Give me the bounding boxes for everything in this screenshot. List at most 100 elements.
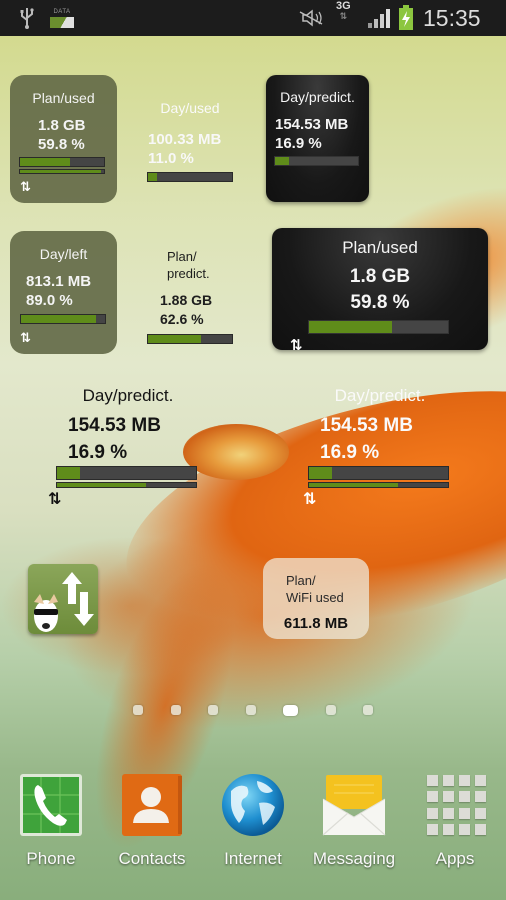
secondary-usage-bar-fill <box>20 170 102 173</box>
usage-bar-fill <box>309 467 333 479</box>
widget-percent: 16.9 % <box>275 135 322 152</box>
page-dot[interactable] <box>245 705 256 715</box>
dock-item-contacts[interactable]: Contacts <box>102 770 202 869</box>
globe-icon <box>221 773 285 837</box>
widget-title: Day/left <box>39 246 88 262</box>
apps-grid-cell <box>459 775 470 786</box>
usage-bar <box>56 466 197 480</box>
page-dot[interactable] <box>363 705 373 715</box>
widget-percent: 16.9 % <box>320 442 380 463</box>
apps-grid-cell <box>443 807 454 819</box>
widget-value: 611.8 MB <box>283 615 349 632</box>
dock-item-apps[interactable]: Apps <box>405 770 505 869</box>
page-indicator[interactable] <box>133 703 373 717</box>
battery-charging-icon <box>398 0 414 36</box>
usage-bar <box>19 157 105 167</box>
page-dot[interactable] <box>133 705 143 715</box>
widget-title: Plan/used <box>32 90 95 106</box>
widget-value: 154.53 MB <box>68 415 161 436</box>
dock-item-messaging[interactable]: Messaging <box>304 770 404 869</box>
dock-item-internet[interactable]: Internet <box>203 770 303 869</box>
widget-value: 154.53 MB <box>320 415 413 436</box>
transfer-arrows-icon: ⇅ <box>290 337 302 354</box>
transfer-arrows-icon: ⇅ <box>20 330 31 345</box>
widget-title-line2: WiFi used <box>286 590 344 605</box>
clock: 15:35 <box>423 4 481 31</box>
widget-percent: 16.9 % <box>68 442 128 463</box>
widget-title-line2: predict. <box>167 266 210 281</box>
3g-watchdog-icon[interactable] <box>28 564 98 634</box>
data-icon: DATA <box>50 0 74 36</box>
widget-value: 1.8 GB <box>349 266 411 287</box>
envelope-icon <box>322 773 386 837</box>
apps-grid-cell <box>475 823 486 835</box>
secondary-usage-bar-fill <box>309 483 398 487</box>
widget-value: 1.8 GB <box>38 117 86 134</box>
widget-title: Day/predict. <box>280 89 355 105</box>
secondary-usage-bar <box>56 482 197 488</box>
transfer-arrows-icon: ⇅ <box>303 491 317 508</box>
widget-percent: 62.6 % <box>160 311 204 327</box>
data-label: DATA <box>53 8 71 15</box>
usage-bar-fill <box>20 158 71 166</box>
mute-icon <box>298 0 324 36</box>
usage-bar-fill <box>21 315 96 323</box>
apps-grid-cell <box>443 791 454 803</box>
apps-grid-cell <box>459 807 470 819</box>
network-3g-icon: 3G ⇅ <box>336 0 351 36</box>
status-bar[interactable]: DATA 3G ⇅ 15:35 <box>0 0 506 36</box>
usage-bar-fill <box>148 335 201 343</box>
widget-day-used[interactable]: Day/used 100.33 MB 11.0 % <box>140 100 240 190</box>
page-dot-active[interactable] <box>283 704 298 716</box>
page-dot[interactable] <box>208 705 218 715</box>
widget-title-line1: Plan/ <box>286 573 316 588</box>
usage-bar-fill <box>57 467 81 479</box>
widget-plan-used[interactable]: Plan/used 1.8 GB 59.8 % ⇅ <box>10 75 117 203</box>
widget-plan-used-large[interactable]: Plan/used 1.8 GB 59.8 % ⇅ <box>272 228 488 354</box>
widget-day-predict[interactable]: Day/predict. 154.53 MB 16.9 % <box>266 75 369 202</box>
apps-grid-cell <box>459 823 470 835</box>
usage-bar <box>147 172 233 182</box>
data-flag <box>50 16 74 28</box>
widget-title-line1: Plan/ <box>167 249 197 264</box>
secondary-usage-bar-fill <box>57 483 146 487</box>
apps-grid-icon <box>423 773 487 837</box>
widget-plan-wifi-used[interactable]: Plan/ WiFi used 611.8 MB <box>263 558 369 639</box>
widget-title: Plan/used <box>342 238 418 257</box>
usage-bar-fill <box>148 173 158 181</box>
widget-percent: 11.0 % <box>148 150 194 167</box>
usage-bar <box>308 466 449 480</box>
dock-label: Contacts <box>118 849 186 868</box>
apps-grid-cell <box>475 807 486 819</box>
contacts-icon <box>120 773 184 837</box>
apps-grid-cell <box>427 823 438 835</box>
apps-grid-cell <box>427 775 438 786</box>
widget-day-predict-light[interactable]: Day/predict. 154.53 MB 16.9 % ⇅ <box>303 386 452 511</box>
phone-icon <box>19 773 83 837</box>
widget-title: Day/predict. <box>82 386 174 405</box>
usage-bar-fill <box>309 321 393 333</box>
widget-value: 154.53 MB <box>275 116 349 133</box>
usb-icon <box>18 0 36 36</box>
apps-grid-cell <box>459 791 470 803</box>
widget-plan-predict[interactable]: Plan/ predict. 1.88 GB 62.6 % <box>140 248 240 348</box>
widget-value: 813.1 MB <box>26 273 92 290</box>
page-dot[interactable] <box>325 705 336 715</box>
usage-bar-fill <box>275 157 290 165</box>
widget-percent: 59.8 % <box>38 136 85 153</box>
usage-bar <box>147 334 233 344</box>
usage-bar <box>274 156 359 166</box>
dock-label: Internet <box>224 849 282 868</box>
widget-value: 100.33 MB <box>148 131 222 148</box>
secondary-usage-bar <box>19 169 105 174</box>
page-dot[interactable] <box>170 705 181 715</box>
widget-day-predict-dark[interactable]: Day/predict. 154.53 MB 16.9 % ⇅ <box>48 386 200 511</box>
transfer-arrows-icon: ⇅ <box>20 179 31 194</box>
usage-bar <box>20 314 106 324</box>
dock: Phone Contacts Internet Messaging Apps <box>0 770 506 900</box>
widget-day-left[interactable]: Day/left 813.1 MB 89.0 % ⇅ <box>10 231 117 354</box>
widget-percent: 59.8 % <box>350 292 410 313</box>
dock-item-phone[interactable]: Phone <box>1 770 101 869</box>
signal-icon <box>367 0 393 36</box>
apps-grid-cell <box>427 791 438 803</box>
